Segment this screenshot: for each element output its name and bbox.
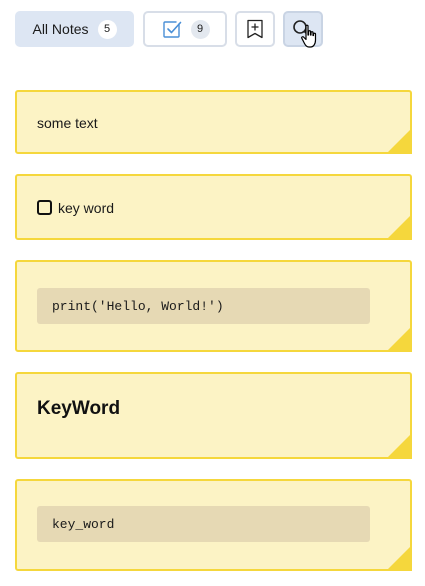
note-card[interactable]: some text <box>15 90 412 154</box>
code-block: print('Hello, World!') <box>37 288 370 324</box>
note-corner-fold <box>386 128 412 154</box>
toolbar: All Notes 5 9 <box>0 0 425 60</box>
todo-item-text: key word <box>58 200 115 216</box>
all-notes-button[interactable]: All Notes 5 <box>15 11 134 47</box>
todo-checkbox[interactable] <box>37 200 52 215</box>
all-notes-count-badge: 5 <box>97 19 117 39</box>
new-note-icon <box>246 19 264 39</box>
new-note-button[interactable] <box>235 11 275 47</box>
note-corner-fold <box>386 433 412 459</box>
note-text: some text <box>37 115 98 131</box>
note-heading: KeyWord <box>37 398 121 419</box>
note-corner-fold <box>386 214 412 240</box>
note-corner-fold <box>386 545 412 571</box>
note-corner-fold <box>386 326 412 352</box>
code-block: key_word <box>37 506 370 542</box>
note-card[interactable]: key_word <box>15 479 412 571</box>
checkbox-checked-icon <box>161 18 183 40</box>
note-card[interactable]: KeyWord <box>15 372 412 459</box>
note-card[interactable]: key word <box>15 174 412 240</box>
todo-filter-button[interactable]: 9 <box>143 11 227 47</box>
todo-count-badge: 9 <box>190 19 210 39</box>
search-button[interactable] <box>283 11 323 47</box>
search-icon <box>292 19 310 37</box>
all-notes-label: All Notes <box>32 21 89 37</box>
note-card[interactable]: print('Hello, World!') <box>15 260 412 352</box>
